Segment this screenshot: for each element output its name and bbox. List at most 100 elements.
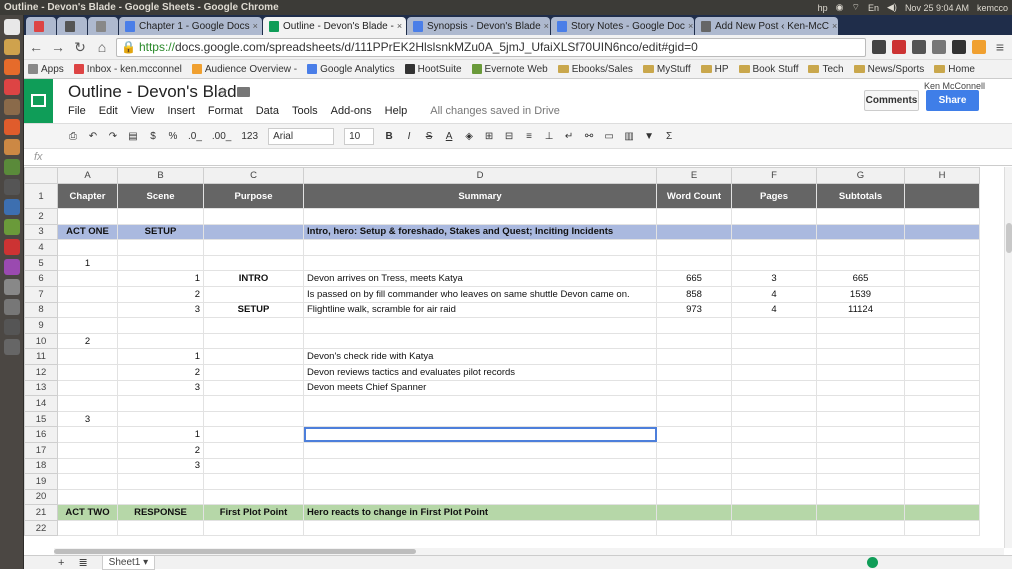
cell[interactable] [816,395,905,412]
cell[interactable]: 3 [731,270,817,287]
cell[interactable] [656,395,732,412]
menu-data[interactable]: Data [256,105,279,117]
trash-icon[interactable] [3,339,20,355]
cell[interactable]: SETUP [203,301,304,319]
bookmark-item[interactable]: Apps [28,64,64,75]
user-name[interactable]: kemcco [977,3,1008,13]
cell[interactable]: ACT ONE [57,223,118,241]
cell[interactable]: 1539 [816,285,905,303]
cell[interactable] [303,410,657,428]
row-header[interactable]: 10 [24,332,58,350]
clock[interactable]: Nov 25 9:04 AM [905,3,969,13]
row-header[interactable]: 5 [24,254,58,272]
browser-tab[interactable] [57,17,87,35]
cell[interactable] [656,254,732,272]
back-icon[interactable]: ← [28,39,44,55]
calc-icon[interactable] [3,219,20,235]
row-header[interactable]: 16 [24,426,58,443]
cell[interactable]: Devon arrives on Tress, meets Katya [303,270,657,287]
column-header[interactable]: B [117,167,204,184]
chrome-icon[interactable] [3,79,20,95]
column-header[interactable]: E [656,167,732,184]
cell[interactable] [57,317,118,334]
bookmark-item[interactable]: Home [934,64,975,75]
row-header[interactable]: 21 [24,504,58,521]
cell[interactable] [816,504,905,521]
cell[interactable] [117,208,204,225]
cell[interactable] [656,473,732,490]
cast-extension-icon[interactable] [932,40,946,54]
close-tab-icon[interactable]: × [394,21,402,31]
cell[interactable] [904,254,980,272]
cell[interactable] [203,223,304,241]
bold-button[interactable]: B [384,131,394,142]
cell[interactable] [904,285,980,303]
cell[interactable] [904,504,980,521]
cell[interactable] [731,410,817,428]
cell[interactable]: 665 [816,270,905,287]
cell[interactable]: Hero reacts to change in First Plot Poin… [303,504,657,521]
cell[interactable] [203,254,304,272]
cell[interactable] [904,519,980,537]
row-header[interactable]: 17 [24,441,58,459]
cell[interactable] [731,254,817,272]
currency-button[interactable]: $ [148,131,158,142]
cell[interactable] [904,332,980,350]
cell[interactable]: Scene [117,183,204,209]
writer-icon[interactable] [3,199,20,215]
cell[interactable] [117,317,204,334]
cell[interactable] [656,504,732,521]
row-header[interactable]: 12 [24,363,58,381]
cell[interactable] [303,208,657,225]
cell[interactable] [57,473,118,490]
volume-icon[interactable]: ◀) [887,2,897,13]
cell[interactable] [117,519,204,537]
cell[interactable]: 2 [117,285,204,303]
reload-icon[interactable]: ↻ [72,39,88,56]
share-button[interactable]: Share [926,90,979,111]
cell[interactable] [731,332,817,350]
row-header[interactable]: 2 [24,208,58,225]
cell[interactable] [303,332,657,350]
files-icon[interactable] [3,39,20,55]
cell[interactable] [731,473,817,490]
cell[interactable] [816,223,905,241]
cell[interactable] [904,441,980,459]
cell[interactable] [203,426,304,443]
cell[interactable] [731,395,817,412]
cell[interactable]: 1 [57,254,118,272]
cell[interactable] [731,504,817,521]
browser-tab[interactable]: Add New Post ‹ Ken-McC × [695,17,838,35]
close-tab-icon[interactable]: × [685,21,693,31]
menu-edit[interactable]: Edit [99,105,118,117]
cell[interactable] [203,363,304,381]
cell[interactable]: Pages [731,183,817,209]
cell[interactable] [904,223,980,241]
cell[interactable] [904,488,980,506]
row-header[interactable]: 20 [24,488,58,506]
chrome-menu-icon[interactable]: ≡ [992,39,1008,55]
cell[interactable] [203,239,304,256]
cell[interactable] [303,519,657,537]
strikethrough-button[interactable]: S [424,131,434,142]
cell[interactable] [816,317,905,334]
cell[interactable] [117,395,204,412]
cell[interactable] [656,239,732,256]
menu-format[interactable]: Format [208,105,243,117]
cell[interactable]: Purpose [203,183,304,209]
cell[interactable] [904,410,980,428]
cell[interactable] [816,379,905,397]
cell[interactable] [904,395,980,412]
cell[interactable] [57,426,118,443]
browser-tab[interactable]: Chapter 1 - Google Docs × [119,17,262,35]
cell[interactable]: 2 [117,441,204,459]
cell[interactable]: Word Count [656,183,732,209]
comments-button[interactable]: Comments [864,90,919,111]
cell[interactable] [203,410,304,428]
bookmark-item[interactable]: Inbox - ken.mcconnel [73,64,182,75]
gear-extension-icon[interactable] [872,40,886,54]
cell[interactable]: Subtotals [816,183,905,209]
row-header[interactable]: 3 [24,223,58,241]
cell[interactable]: Chapter [57,183,118,209]
cell[interactable] [57,285,118,303]
